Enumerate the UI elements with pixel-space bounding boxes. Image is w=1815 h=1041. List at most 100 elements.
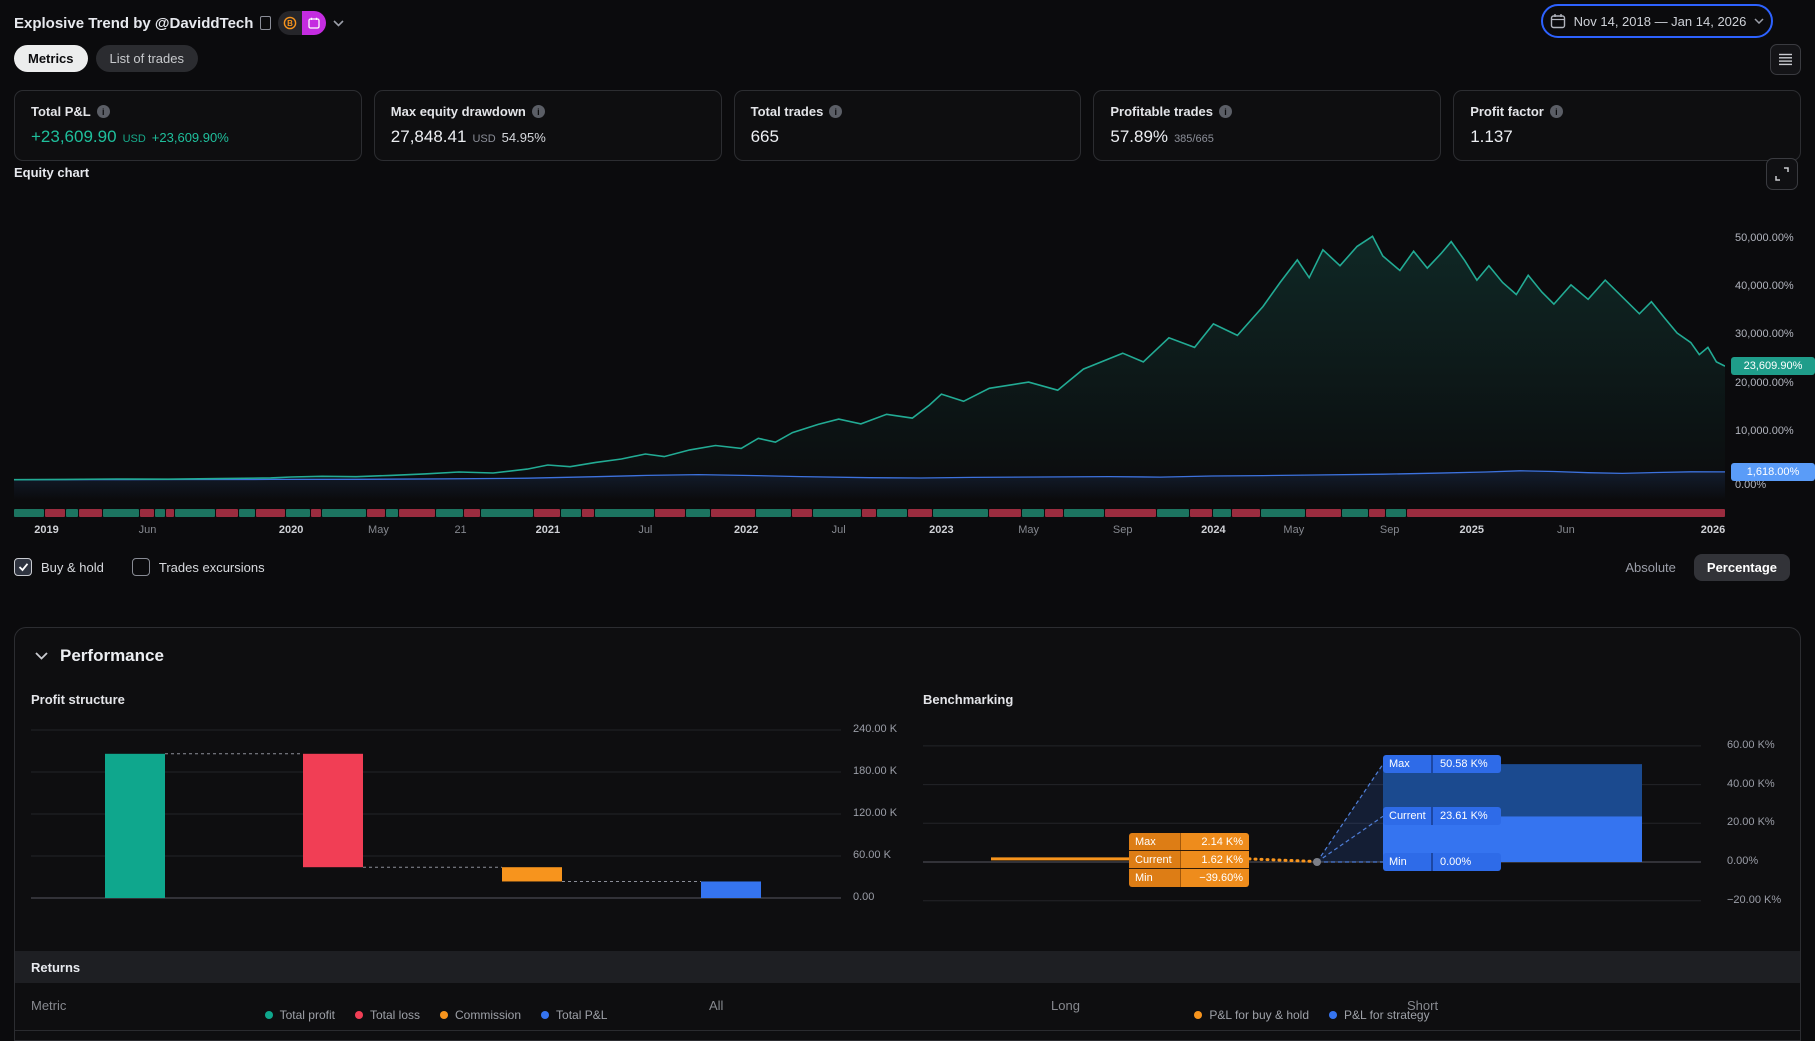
chip-value: 50.58 K% bbox=[1440, 758, 1488, 771]
trade-marker bbox=[1406, 509, 1726, 517]
trade-marker bbox=[1190, 509, 1213, 517]
tooltip-value: 1.62 K% bbox=[1181, 851, 1249, 868]
trade-marker bbox=[1369, 509, 1386, 517]
metric-card-profit-factor: Profit factor 1.137 bbox=[1453, 90, 1801, 161]
collapse-chevron-icon[interactable] bbox=[35, 652, 48, 660]
metric-cards-row: Total P&L +23,609.90 USD +23,609.90% Max e… bbox=[14, 90, 1801, 161]
card-extra: 54.95% bbox=[501, 130, 546, 145]
trade-marker bbox=[862, 509, 876, 517]
card-label: Total P&L bbox=[31, 104, 91, 119]
svg-text:B: B bbox=[288, 19, 294, 28]
legend-dot bbox=[354, 1011, 363, 1019]
buyhold-range-tooltip: Max 2.14 K% Current 1.62 K% Min −39.60% bbox=[1129, 833, 1249, 887]
equity-y-axis: 50,000.00% 40,000.00% 30,000.00% 20,000.00%… bbox=[1735, 190, 1815, 500]
benchmarking-chart[interactable]: 60.00 K% 40.00 K% 20.00 K% 0.00% −20.00 K% M… bbox=[923, 724, 1800, 1022]
equity-y-tick: 30,000.00% bbox=[1735, 328, 1794, 341]
benchmarking-title: Benchmarking bbox=[923, 692, 1014, 707]
card-label: Total trades bbox=[750, 104, 824, 119]
trade-marker bbox=[877, 509, 907, 517]
strategy-max-chip: Max 50.58 K% bbox=[1383, 755, 1501, 774]
chevron-down-icon[interactable] bbox=[333, 19, 344, 27]
trade-marker bbox=[710, 509, 755, 517]
legend-dot bbox=[264, 1011, 273, 1019]
missing-glyph-icon bbox=[260, 16, 272, 30]
profit-structure-canvas bbox=[31, 729, 841, 899]
card-label: Max equity drawdown bbox=[390, 104, 526, 119]
strategy-value-badge: 23,609.90% bbox=[1731, 357, 1815, 376]
percentage-toggle[interactable]: Percentage bbox=[1693, 553, 1790, 581]
expand-button[interactable] bbox=[1766, 158, 1798, 190]
legend-label: P&L for buy & hold bbox=[1209, 1008, 1310, 1022]
info-icon[interactable] bbox=[829, 105, 843, 118]
profit-structure-chart[interactable]: 240.00 K 180.00 K 120.00 K 60.00 K 0.00 Tota… bbox=[31, 723, 897, 1022]
trade-marker bbox=[175, 509, 215, 517]
trade-marker bbox=[1022, 509, 1045, 517]
trade-marker bbox=[932, 509, 989, 517]
legend-item: Total profit bbox=[264, 1008, 335, 1022]
trade-marker bbox=[286, 509, 311, 517]
card-label: Profitable trades bbox=[1110, 104, 1213, 119]
equity-chart[interactable] bbox=[14, 190, 1725, 500]
card-value: 57.89% bbox=[1110, 127, 1169, 146]
trade-marker bbox=[1063, 509, 1104, 517]
trade-marker bbox=[1305, 509, 1342, 517]
card-value: 27,848.41 bbox=[390, 127, 467, 146]
profit-structure-title: Profit structure bbox=[31, 692, 125, 707]
equity-x-tick: 2020 bbox=[278, 524, 304, 536]
returns-title: Returns bbox=[31, 959, 81, 975]
metric-card-total-trades: Total trades 665 bbox=[733, 90, 1082, 161]
trade-marker bbox=[534, 509, 560, 517]
column-header-all: All bbox=[709, 998, 724, 1013]
date-range-picker[interactable]: Nov 14, 2018 — Jan 14, 2026 bbox=[1541, 4, 1773, 38]
equity-x-axis: 2019 Jun 2020 May 21 2021 Jul 2022 Jul 2023 May Sep… bbox=[14, 524, 1725, 540]
info-icon[interactable] bbox=[1549, 105, 1563, 118]
absolute-toggle[interactable]: Absolute bbox=[1625, 560, 1676, 575]
legend-dot bbox=[541, 1011, 550, 1019]
profit-y-tick: 60.00 K bbox=[853, 849, 891, 861]
card-label: Profit factor bbox=[1470, 104, 1544, 119]
trade-marker bbox=[1045, 509, 1063, 517]
tooltip-row: Min −39.60% bbox=[1129, 869, 1249, 887]
benchmarking-y-tick: 40.00 K% bbox=[1727, 777, 1775, 790]
trade-marker bbox=[655, 509, 686, 517]
returns-section-header[interactable]: Returns bbox=[15, 951, 1800, 983]
performance-panel: Performance Profit structure Benchmarkin… bbox=[14, 627, 1801, 1041]
trade-marker bbox=[366, 509, 385, 517]
buyhold-value-badge: 1,618.00% bbox=[1731, 462, 1815, 481]
profit-y-tick: 0.00 bbox=[853, 891, 875, 903]
chip-label: Max bbox=[1383, 755, 1433, 774]
trade-marker bbox=[581, 509, 594, 517]
tooltip-label: Current bbox=[1129, 851, 1181, 868]
trade-marker bbox=[813, 509, 862, 517]
info-icon[interactable] bbox=[531, 105, 545, 118]
trade-marker bbox=[385, 509, 398, 517]
equity-chart-canvas bbox=[14, 235, 1725, 500]
unit-toggle-group: Absolute Percentage bbox=[0, 553, 1790, 581]
trade-marker bbox=[755, 509, 792, 517]
legend-label: Total P&L bbox=[556, 1008, 608, 1022]
chip-label: Min bbox=[1383, 853, 1433, 871]
info-icon[interactable] bbox=[96, 105, 110, 118]
trade-marker bbox=[594, 509, 655, 517]
tab-metrics[interactable]: Metrics bbox=[14, 45, 88, 72]
equity-x-tick: 2026 bbox=[1700, 524, 1726, 536]
trade-marker bbox=[398, 509, 435, 517]
strategy-current-chip: Current 23.61 K% bbox=[1383, 807, 1501, 826]
equity-x-tick: 2022 bbox=[734, 524, 759, 536]
benchmarking-legend: P&L for buy & hold P&L for strategy bbox=[923, 1008, 1701, 1022]
strategy-symbol-badges[interactable]: B bbox=[278, 11, 327, 35]
tab-list-of-trades[interactable]: List of trades bbox=[95, 45, 198, 72]
trade-marker bbox=[481, 509, 533, 517]
trade-marker bbox=[1260, 509, 1305, 517]
profit-y-tick: 240.00 K bbox=[853, 723, 898, 735]
layout-menu-button[interactable] bbox=[1770, 44, 1801, 75]
benchmarking-y-tick: 0.00% bbox=[1727, 855, 1759, 867]
tooltip-row: Current 1.62 K% bbox=[1129, 851, 1249, 869]
trade-marker bbox=[140, 509, 155, 517]
info-icon[interactable] bbox=[1218, 105, 1232, 118]
equity-x-tick: Sep bbox=[1112, 524, 1133, 536]
tooltip-label: Max bbox=[1129, 833, 1181, 850]
metric-card-total-pnl: Total P&L +23,609.90 USD +23,609.90% bbox=[14, 90, 362, 161]
trade-marker bbox=[255, 509, 286, 517]
profit-y-tick: 180.00 K bbox=[853, 765, 898, 777]
